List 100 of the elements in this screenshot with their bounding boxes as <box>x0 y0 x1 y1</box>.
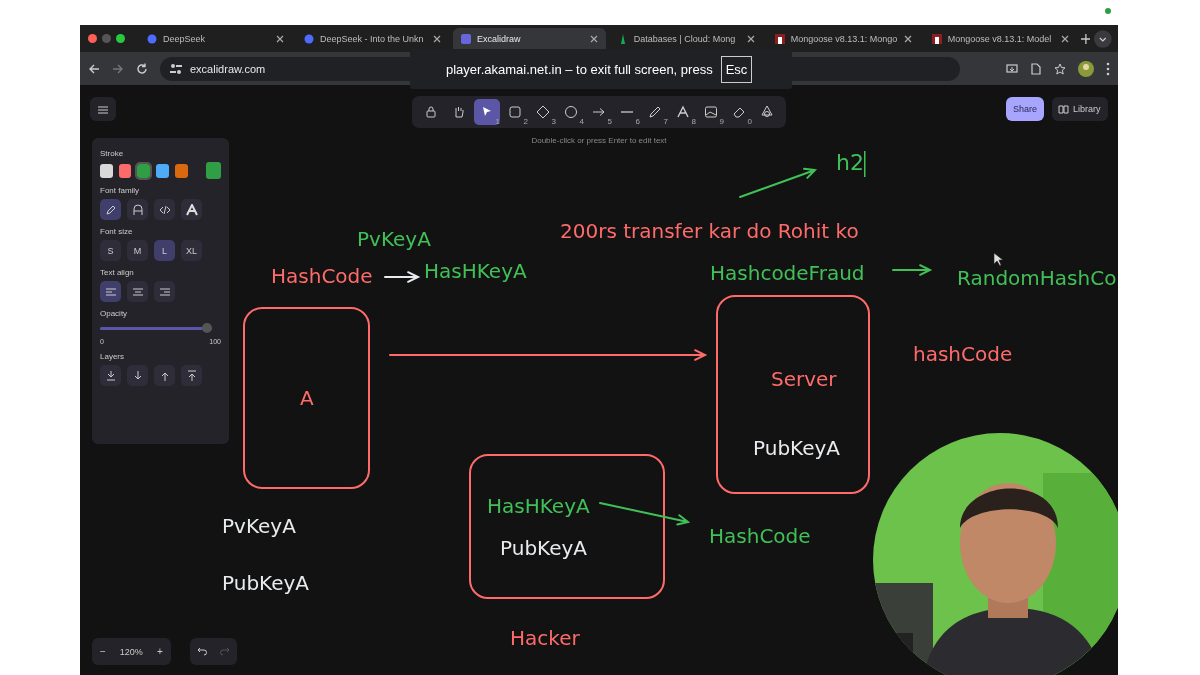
tool-button[interactable]: 5 <box>586 99 612 125</box>
close-icon[interactable] <box>903 34 912 43</box>
canvas-text: Server <box>771 367 837 391</box>
font-size-button[interactable]: L <box>154 240 175 261</box>
browser-tab[interactable]: Mongoose v8.13.1: Model <box>923 27 1077 50</box>
share-button[interactable]: Share <box>1006 97 1044 121</box>
canvas-text: RandomHashCo <box>957 266 1117 290</box>
canvas-text: h2 <box>836 150 864 175</box>
install-icon[interactable] <box>1006 62 1018 75</box>
key-hint: Esc <box>720 55 753 83</box>
opacity-slider[interactable] <box>100 323 212 333</box>
color-swatch[interactable] <box>100 163 113 178</box>
font-size-button[interactable]: M <box>127 240 148 261</box>
zoom-in-button[interactable]: + <box>156 646 163 657</box>
tool-button[interactable]: 0 <box>726 99 752 125</box>
layer-button[interactable] <box>154 365 175 386</box>
notice-text: player.akamai.net.in – to exit full screen, press <box>446 61 713 77</box>
circle-icon <box>564 105 578 119</box>
close-icon[interactable] <box>432 34 441 43</box>
forward-icon[interactable] <box>112 62 124 75</box>
url-text: excalidraw.com <box>190 62 266 75</box>
star-icon[interactable] <box>1054 62 1066 75</box>
canvas-text: PvKeyA <box>222 514 296 538</box>
menu-icon <box>98 105 108 114</box>
zoom-level: 120% <box>119 646 143 657</box>
color-swatch[interactable] <box>118 163 132 178</box>
site-icon <box>931 33 942 44</box>
font-size-button[interactable]: S <box>100 240 121 261</box>
text-cursor <box>864 151 866 177</box>
section-label: Stroke <box>100 149 125 158</box>
avatar-icon[interactable] <box>1078 60 1094 77</box>
text-align-button[interactable] <box>154 281 175 302</box>
tool-button[interactable]: 8 <box>670 99 696 125</box>
browser-tab[interactable]: Mongoose v8.13.1: Mongo <box>766 27 920 50</box>
font-family-button[interactable] <box>127 199 148 220</box>
canvas-text: HashCode <box>271 264 373 288</box>
current-color-swatch[interactable] <box>205 162 222 179</box>
tool-button[interactable]: 7 <box>642 99 668 125</box>
tool-button[interactable]: 6 <box>614 99 640 125</box>
canvas-text: HashCode <box>709 524 811 548</box>
tool-button[interactable]: 3 <box>530 99 556 125</box>
document-icon[interactable] <box>1030 62 1042 75</box>
text-align-button[interactable] <box>100 281 121 302</box>
diamond-icon <box>536 105 550 119</box>
tool-button[interactable]: 2 <box>502 99 528 125</box>
plus-icon[interactable] <box>1080 33 1091 44</box>
layer-button[interactable] <box>127 365 148 386</box>
hint-text: Double-click or press Enter to edit text <box>530 136 668 145</box>
arrow-icon <box>104 369 117 382</box>
align-icon <box>104 286 117 297</box>
canvas-text: PubKeyA <box>222 571 310 595</box>
section-label: Text align <box>100 268 135 277</box>
browser-tab[interactable]: DeepSeek - Into the Unkn <box>295 27 449 50</box>
library-button[interactable]: Library <box>1052 97 1108 121</box>
layer-button[interactable] <box>100 365 121 386</box>
more-icon[interactable] <box>1106 61 1110 76</box>
dropdown-icon[interactable] <box>1094 29 1112 48</box>
browser-tab[interactable]: Excalidraw <box>452 27 606 50</box>
menu-button[interactable] <box>90 97 116 121</box>
slider-thumb[interactable] <box>202 323 212 333</box>
indicator-dot-icon <box>1105 8 1111 14</box>
tool-button[interactable]: 9 <box>698 99 724 125</box>
layer-button[interactable] <box>181 365 202 386</box>
section-label: Font family <box>100 186 141 195</box>
color-swatch[interactable] <box>137 163 151 178</box>
tool-button[interactable]: 4 <box>558 99 584 125</box>
font-family-button[interactable] <box>181 199 202 220</box>
canvas-text: PubKeyA <box>753 436 841 460</box>
site-icon <box>774 33 785 44</box>
site-settings-icon <box>170 62 182 75</box>
square-icon <box>508 105 522 119</box>
pencil-icon <box>648 105 662 119</box>
color-swatch[interactable] <box>174 163 188 178</box>
browser-tab[interactable]: DeepSeek <box>139 27 292 50</box>
section-label: Font size <box>100 227 134 236</box>
hand-icon <box>452 105 466 119</box>
book-icon <box>1058 104 1069 114</box>
zoom-out-button[interactable]: − <box>100 646 106 657</box>
back-icon[interactable] <box>88 62 100 75</box>
canvas-text: Hacker <box>510 626 580 650</box>
letter-icon <box>676 105 690 119</box>
font-size-button[interactable]: XL <box>181 240 202 261</box>
font-family-button[interactable] <box>100 199 121 220</box>
close-icon[interactable] <box>746 34 755 43</box>
shapes-icon <box>760 105 774 119</box>
text-align-button[interactable] <box>127 281 148 302</box>
undo-icon[interactable] <box>196 647 207 656</box>
close-icon[interactable] <box>589 34 598 43</box>
close-icon[interactable] <box>1060 34 1069 43</box>
font-icon <box>131 203 144 216</box>
reload-icon[interactable] <box>136 62 148 75</box>
color-swatch[interactable] <box>156 163 169 178</box>
close-icon[interactable] <box>275 34 284 43</box>
canvas-text: HasHKeyA <box>424 259 527 283</box>
align-icon <box>131 286 144 297</box>
canvas-text: A <box>300 386 314 410</box>
font-family-button[interactable] <box>154 199 175 220</box>
browser-tab[interactable]: Databases | Cloud: Mong <box>609 27 763 50</box>
canvas-text: HashcodeFraud <box>710 261 865 285</box>
arrow-icon <box>592 105 606 119</box>
